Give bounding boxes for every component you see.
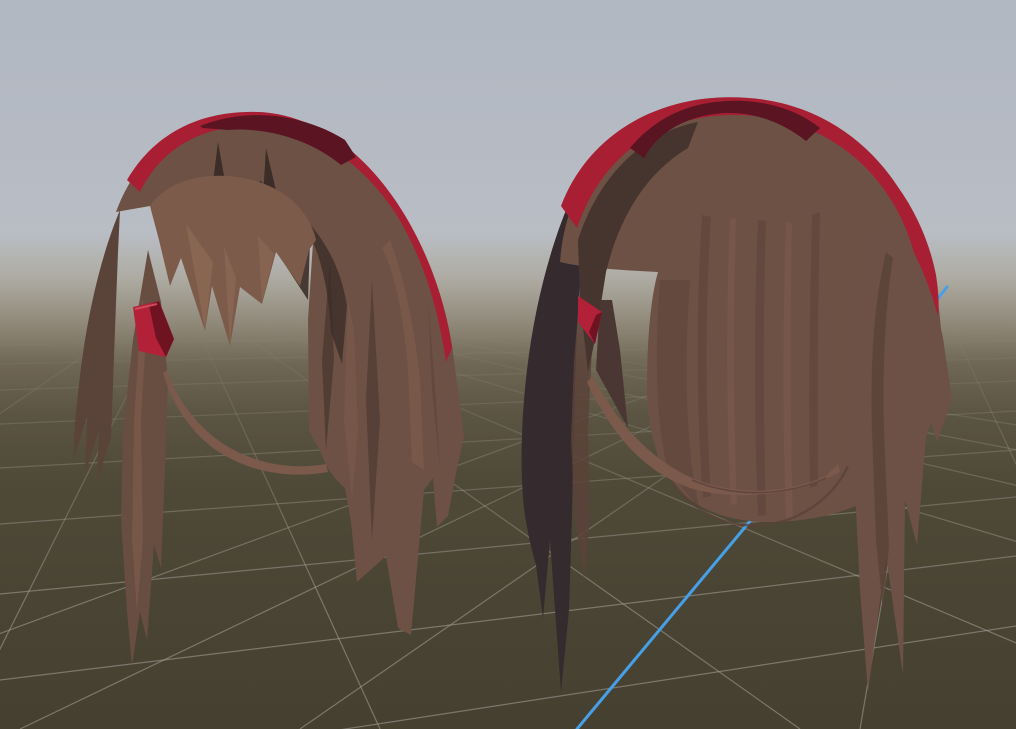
hair-model-left[interactable] — [74, 112, 464, 666]
hair-model-right[interactable] — [522, 97, 952, 692]
scene-models — [0, 0, 1016, 729]
3d-viewport[interactable] — [0, 0, 1016, 729]
hair-thin-strand-left-model — [163, 370, 328, 475]
hair-bangs — [150, 176, 316, 346]
hair-back-left-strands — [74, 210, 120, 482]
